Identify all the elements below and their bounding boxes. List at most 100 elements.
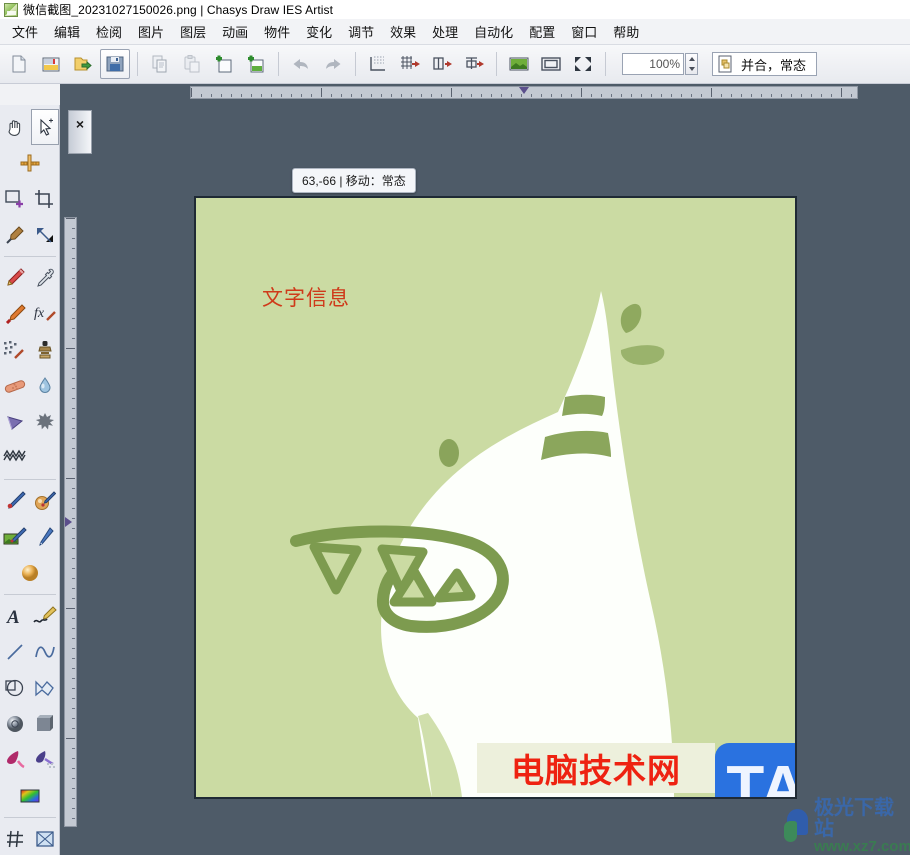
open-folder-button[interactable] (68, 49, 98, 79)
tool-gradient-palette[interactable] (1, 778, 59, 814)
menu-item-10[interactable]: 处理 (424, 19, 466, 44)
pencil-icon (4, 268, 26, 288)
tool-sphere-brush[interactable] (31, 483, 59, 519)
copy-button[interactable] (145, 49, 175, 79)
redo-button[interactable] (318, 49, 348, 79)
tool-eyedropper-brush[interactable] (1, 217, 29, 253)
menu-item-2[interactable]: 检阅 (88, 19, 130, 44)
toolbar-separator (278, 52, 279, 76)
tool-ink-pen[interactable] (31, 519, 59, 555)
open-image-button[interactable] (36, 49, 66, 79)
tool-pan-hand[interactable] (1, 109, 29, 145)
crop-to-selection-button[interactable] (363, 49, 393, 79)
tool-palette: fx A (0, 105, 60, 855)
canvas-text-layer[interactable]: 文字信息 (262, 282, 350, 312)
show-image-button[interactable] (504, 49, 534, 79)
tool-wave-distort[interactable] (1, 440, 29, 476)
toolbar-separator (496, 52, 497, 76)
paste-button[interactable] (177, 49, 207, 79)
frame-view-button[interactable] (536, 49, 566, 79)
menu-item-8[interactable]: 调节 (340, 19, 382, 44)
image-canvas[interactable]: 文字信息 电脑技术网 www.tagxp.com TAG (194, 196, 797, 799)
tool-effect-brush[interactable]: fx (31, 296, 59, 332)
grid-snap-button[interactable] (395, 49, 425, 79)
tool-text[interactable]: A (1, 598, 29, 634)
tool-fill-color[interactable] (1, 742, 29, 778)
menu-item-12[interactable]: 配置 (521, 19, 563, 44)
tool-grid-snap[interactable] (1, 821, 29, 855)
ruler-tick (72, 658, 75, 659)
new-image-layer-button[interactable] (241, 49, 271, 79)
tool-clone-stamp[interactable] (31, 332, 59, 368)
new-file-button[interactable] (4, 49, 34, 79)
tool-move-select[interactable] (31, 109, 59, 145)
ruler-tick (221, 94, 222, 97)
menu-item-4[interactable]: 图层 (172, 19, 214, 44)
tool-fill-pattern[interactable] (31, 742, 59, 778)
fx-brush-icon: fx (33, 304, 57, 324)
zoom-stepper[interactable] (685, 53, 698, 75)
tool-blur-drop[interactable] (31, 368, 59, 404)
tool-3d-cube[interactable] (31, 706, 59, 742)
align-center-button[interactable] (459, 49, 489, 79)
image-brush-icon (3, 527, 27, 547)
menu-item-14[interactable]: 帮助 (605, 19, 647, 44)
align-left-button[interactable] (427, 49, 457, 79)
menu-item-9[interactable]: 效果 (382, 19, 424, 44)
tool-3d-sphere[interactable] (1, 706, 29, 742)
zoom-up-icon[interactable] (688, 57, 695, 61)
tool-crop[interactable] (31, 181, 59, 217)
menu-item-13[interactable]: 窗口 (563, 19, 605, 44)
ruler-tick (671, 94, 672, 97)
ruler-tick (72, 798, 75, 799)
menu-item-1[interactable]: 编辑 (46, 19, 88, 44)
menu-item-3[interactable]: 图片 (130, 19, 172, 44)
layer-mode-button[interactable]: 并合，常态 (712, 52, 818, 76)
menu-item-5[interactable]: 动画 (214, 19, 256, 44)
tool-line[interactable] (1, 634, 29, 670)
tool-signature[interactable] (31, 598, 59, 634)
ruler-tick (72, 508, 75, 509)
tool-measure[interactable] (1, 145, 59, 181)
ruler-tick (72, 708, 75, 709)
tool-color-picker[interactable] (31, 260, 59, 296)
tool-sharpen-cone[interactable] (1, 404, 29, 440)
tool-polygon[interactable] (31, 670, 59, 706)
ruler-tick (72, 328, 75, 329)
undo-button[interactable] (286, 49, 316, 79)
save-button[interactable] (100, 49, 130, 79)
tool-shapes[interactable] (1, 670, 29, 706)
tool-transform-scale[interactable] (31, 217, 59, 253)
tool-scatter-brush[interactable] (1, 332, 29, 368)
tool-pencil[interactable] (1, 260, 29, 296)
new-layer-button[interactable] (209, 49, 239, 79)
tool-heal-patch[interactable] (1, 368, 29, 404)
tool-image-brush[interactable] (1, 519, 29, 555)
vertical-ruler[interactable] (64, 217, 77, 827)
fullscreen-button[interactable] (568, 49, 598, 79)
tool-airbrush[interactable] (1, 483, 29, 519)
tool-smudge-splat[interactable] (31, 404, 59, 440)
zoom-input[interactable]: 100% (622, 53, 684, 75)
tool-curve[interactable] (31, 634, 59, 670)
tool-paintbrush[interactable] (1, 296, 29, 332)
menu-item-11[interactable]: 自动化 (466, 19, 521, 44)
watermark-title-bg: 电脑技术网 (477, 743, 715, 793)
clone-stamp-icon (35, 340, 55, 360)
tool-gradient-sphere[interactable] (1, 555, 59, 591)
tool-rect-select-add[interactable] (1, 181, 29, 217)
ruler-tick (701, 94, 702, 97)
menu-item-7[interactable]: 变化 (298, 19, 340, 44)
horizontal-ruler[interactable] (190, 86, 858, 99)
tool-mesh-warp[interactable] (31, 821, 59, 855)
ruler-tick (72, 358, 75, 359)
watermark-url-bg: www.tagxp.com (477, 793, 715, 797)
menu-item-0[interactable]: 文件 (4, 19, 46, 44)
ruler-tick (72, 588, 75, 589)
ruler-tick (72, 268, 75, 269)
ruler-tick (72, 368, 75, 369)
ruler-tick (72, 548, 75, 549)
zoom-down-icon[interactable] (688, 67, 695, 71)
menu-item-6[interactable]: 物件 (256, 19, 298, 44)
close-panel-button[interactable]: × (68, 110, 92, 154)
